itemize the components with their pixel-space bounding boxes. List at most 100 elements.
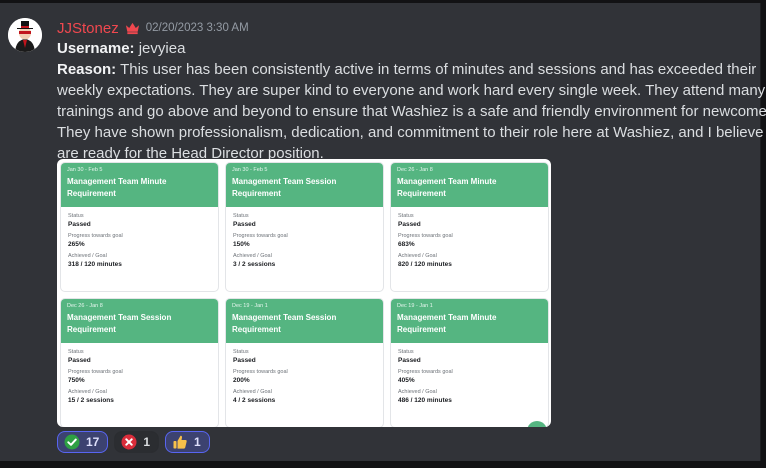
card-date: Dec 19 - Jan 1 (232, 303, 268, 309)
card-title-line-2: Requirement (397, 189, 446, 198)
card-date: Dec 19 - Jan 1 (397, 303, 433, 309)
goal-value: 15 / 2 sessions (68, 397, 114, 404)
goal-label: Achieved / Goal (233, 389, 272, 395)
status-value: Passed (398, 357, 421, 364)
card-title: Management Team Session Requirement (232, 312, 377, 336)
status-value: Passed (233, 221, 256, 228)
card-body: Status Passed Progress towards goal 405%… (391, 343, 548, 405)
reaction-check[interactable]: 17 (57, 431, 109, 453)
card-body: Status Passed Progress towards goal 750%… (61, 343, 218, 405)
message-timestamp: 02/20/2023 3:30 AM (145, 22, 249, 34)
status-value: Passed (68, 221, 91, 228)
reason-line-3: trainings and go above and beyond to ens… (57, 103, 766, 120)
card-header: Dec 26 - Jan 8 Management Team Session R… (61, 299, 218, 343)
card-title-line-2: Requirement (67, 325, 116, 334)
card-title: Management Team Minute Requirement (397, 176, 542, 200)
goal-value: 3 / 2 sessions (233, 261, 276, 268)
username-value: jevyiea (138, 40, 186, 57)
reason-line-4: They have shown professionalism, dedicat… (57, 124, 766, 141)
cross-icon (121, 434, 137, 450)
card-title-line-1: Management Team Session (232, 313, 337, 322)
requirement-card: Jan 30 - Feb 5 Management Team Session R… (225, 162, 384, 292)
card-title: Management Team Minute Requirement (397, 312, 542, 336)
status-label: Status (233, 213, 249, 219)
author-name[interactable]: JJStonez (57, 20, 119, 37)
card-body: Status Passed Progress towards goal 150%… (226, 207, 383, 269)
card-title-line-1: Management Team Minute (397, 313, 497, 322)
username-line: Username: jevyiea (57, 38, 185, 59)
goal-label: Achieved / Goal (68, 389, 107, 395)
reaction-cross[interactable]: 1 (114, 431, 160, 453)
reaction-count: 1 (143, 435, 151, 449)
card-title: Management Team Session Requirement (232, 176, 377, 200)
progress-label: Progress towards goal (233, 369, 288, 375)
crown-icon (125, 22, 139, 35)
goal-label: Achieved / Goal (398, 389, 437, 395)
card-header: Dec 26 - Jan 8 Management Team Minute Re… (391, 163, 548, 207)
card-header: Dec 19 - Jan 1 Management Team Minute Re… (391, 299, 548, 343)
card-title-line-2: Requirement (232, 189, 281, 198)
window-frame: JJStonez 02/20/2023 3:30 AM Username: je… (0, 0, 766, 468)
progress-value: 405% (398, 377, 415, 384)
progress-value: 683% (398, 241, 415, 248)
goal-label: Achieved / Goal (398, 253, 437, 259)
requirement-card: Dec 19 - Jan 1 Management Team Minute Re… (390, 298, 549, 427)
reason-line-2: weekly expectations. They are super kind… (57, 82, 766, 99)
card-title: Management Team Minute Requirement (67, 176, 212, 200)
message-panel: JJStonez 02/20/2023 3:30 AM Username: je… (0, 3, 766, 461)
requirement-card: Dec 19 - Jan 1 Management Team Session R… (225, 298, 384, 427)
requirement-card: Dec 26 - Jan 8 Management Team Session R… (60, 298, 219, 427)
card-title-line-2: Requirement (67, 189, 116, 198)
card-header: Jan 30 - Feb 5 Management Team Minute Re… (61, 163, 218, 207)
status-label: Status (68, 349, 84, 355)
reaction-thumbs-up[interactable]: 1 (165, 431, 210, 453)
message-header: JJStonez 02/20/2023 3:30 AM (57, 19, 249, 37)
reason-line-1: Reason: This user has been consistently … (57, 59, 756, 80)
progress-label: Progress towards goal (398, 369, 453, 375)
reason-label: Reason: (57, 61, 117, 78)
status-label: Status (68, 213, 84, 219)
thumbs-up-icon (173, 435, 187, 449)
progress-label: Progress towards goal (68, 233, 123, 239)
goal-value: 4 / 2 sessions (233, 397, 276, 404)
progress-value: 200% (233, 377, 250, 384)
check-icon (64, 434, 80, 450)
progress-label: Progress towards goal (398, 233, 453, 239)
status-label: Status (398, 213, 414, 219)
avatar-image (8, 18, 42, 52)
goal-label: Achieved / Goal (68, 253, 107, 259)
card-body: Status Passed Progress towards goal 265%… (61, 207, 218, 269)
card-title-line-1: Management Team Minute (67, 177, 167, 186)
username-label: Username: (57, 40, 135, 57)
goal-label: Achieved / Goal (233, 253, 272, 259)
card-title: Management Team Session Requirement (67, 312, 212, 336)
card-title-line-2: Requirement (232, 325, 281, 334)
goal-value: 486 / 120 minutes (398, 397, 452, 404)
status-label: Status (398, 349, 414, 355)
goal-value: 318 / 120 minutes (68, 261, 122, 268)
card-date: Dec 26 - Jan 8 (67, 303, 103, 309)
card-date: Jan 30 - Feb 5 (232, 167, 268, 173)
reason-text: This user has been consistently active i… (120, 61, 757, 78)
reactions-bar: 17 1 1 (57, 431, 210, 453)
requirement-card: Jan 30 - Feb 5 Management Team Minute Re… (60, 162, 219, 292)
progress-value: 265% (68, 241, 85, 248)
status-value: Passed (398, 221, 421, 228)
avatar[interactable] (8, 18, 42, 52)
progress-value: 750% (68, 377, 85, 384)
status-value: Passed (68, 357, 91, 364)
requirement-card: Dec 26 - Jan 8 Management Team Minute Re… (390, 162, 549, 292)
card-title-line-1: Management Team Minute (397, 177, 497, 186)
card-header: Jan 30 - Feb 5 Management Team Session R… (226, 163, 383, 207)
status-value: Passed (233, 357, 256, 364)
card-title-line-1: Management Team Session (232, 177, 337, 186)
progress-value: 150% (233, 241, 250, 248)
card-body: Status Passed Progress towards goal 683%… (391, 207, 548, 269)
card-date: Jan 30 - Feb 5 (67, 167, 103, 173)
card-title-line-2: Requirement (397, 325, 446, 334)
requirements-embed[interactable]: Jan 30 - Feb 5 Management Team Minute Re… (57, 159, 551, 427)
card-body: Status Passed Progress towards goal 200%… (226, 343, 383, 405)
card-header: Dec 19 - Jan 1 Management Team Session R… (226, 299, 383, 343)
card-date: Dec 26 - Jan 8 (397, 167, 433, 173)
progress-label: Progress towards goal (233, 233, 288, 239)
